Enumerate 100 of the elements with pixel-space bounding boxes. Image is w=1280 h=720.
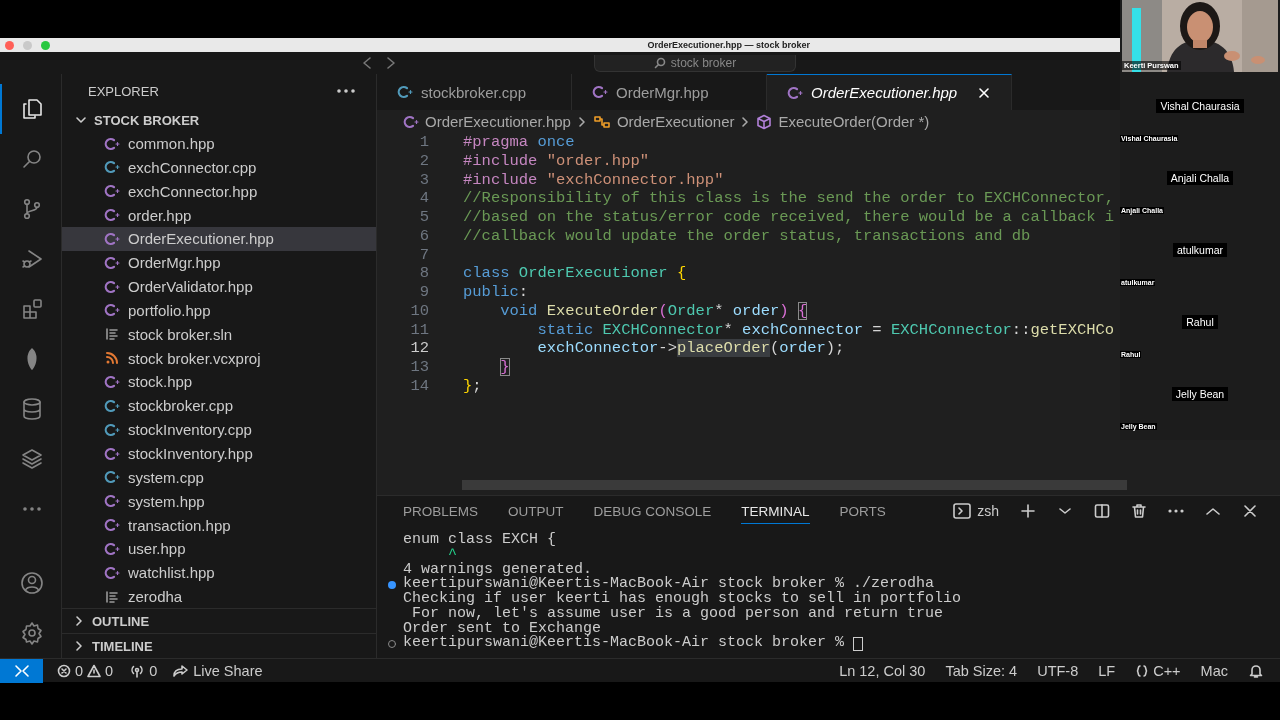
file-item[interactable]: order.hpp — [62, 203, 376, 227]
file-item[interactable]: stockbroker.cpp — [62, 393, 376, 418]
file-item[interactable]: system.cpp — [62, 465, 376, 490]
live-share-button[interactable]: Live Share — [165, 662, 271, 679]
c-file-icon — [104, 421, 120, 438]
file-item[interactable]: transaction.hpp — [62, 513, 376, 537]
pane-title: EXPLORER — [88, 83, 159, 99]
feed-icon — [104, 350, 120, 367]
code-line: //Responsibility of this class is the send the order to EXCHConnector, — [463, 189, 1115, 209]
code-line: class OrderExecutioner { — [463, 264, 687, 284]
editor-tab[interactable]: OrderExecutioner.hpp — [767, 74, 1012, 110]
file-item[interactable]: stock broker.vcxproj — [62, 346, 376, 371]
close-icon[interactable] — [1242, 503, 1258, 519]
file-item[interactable]: OrderMgr.hpp — [62, 250, 376, 275]
line-number: 5 — [418, 208, 430, 227]
panel-tab[interactable]: PORTS — [839, 498, 886, 524]
terminal-line: For now, let's assume user is a good person and return true — [412, 606, 944, 622]
status-item[interactable]: Mac — [1190, 662, 1238, 679]
code-line: exchConnector->placeOrder(order); — [536, 339, 845, 359]
participant-name: Anjali Challa — [1166, 171, 1234, 185]
split-icon[interactable] — [1094, 503, 1110, 519]
line-number: 3 — [418, 170, 430, 190]
terminal-selector[interactable]: zsh — [953, 503, 999, 519]
terminal-line: Checking if user keerti has enough stocks to sell in portfolio — [403, 592, 962, 607]
bell-icon[interactable] — [1248, 662, 1264, 679]
broadcast-icon — [129, 663, 146, 678]
participant-name: Vishal Chaurasia — [1156, 99, 1244, 113]
file-item[interactable]: user.hpp — [62, 536, 376, 561]
cursor — [853, 636, 864, 651]
lines-icon — [104, 326, 120, 343]
section-header[interactable]: OUTLINE — [62, 608, 376, 634]
panel-tab[interactable]: TERMINAL — [741, 498, 810, 524]
file-item[interactable]: stock broker.sln — [62, 322, 376, 347]
panel-tab[interactable]: PROBLEMS — [403, 498, 479, 524]
line-number: 4 — [418, 189, 430, 209]
file-item[interactable]: common.hpp — [62, 131, 376, 156]
panel-tab[interactable]: OUTPUT — [508, 498, 564, 524]
c-file-icon — [104, 540, 120, 557]
c-file-icon — [104, 493, 120, 510]
line-number: 12 — [409, 339, 430, 359]
file-item[interactable]: zerodha — [62, 584, 376, 609]
file-item[interactable]: OrderValidator.hpp — [62, 274, 376, 299]
problems-status[interactable]: 0 0 — [49, 662, 122, 679]
panel-tab[interactable]: DEBUG CONSOLE — [593, 498, 712, 524]
status-item[interactable]: Ln 12, Col 30 — [829, 662, 936, 679]
breadcrumb-item[interactable]: ExecuteOrder(Order *) — [778, 113, 930, 130]
remote-icon — [13, 663, 30, 678]
chevron-right-icon — [740, 115, 751, 128]
plus-icon[interactable] — [1020, 503, 1036, 519]
participant-name: Jelly Bean — [1171, 387, 1229, 401]
close-icon[interactable] — [977, 85, 991, 100]
window-title: OrderExecutioner.hpp — stock broker — [647, 39, 810, 52]
c-file-icon — [397, 84, 413, 100]
more-icon[interactable] — [336, 87, 356, 96]
file-item[interactable]: stockInventory.cpp — [62, 417, 376, 442]
c-file-icon — [104, 517, 120, 534]
breadcrumb-item[interactable]: OrderExecutioner — [616, 113, 735, 130]
c-file-icon — [592, 84, 608, 100]
status-item[interactable]: UTF-8 — [1027, 662, 1089, 679]
scrollbar[interactable] — [462, 480, 1127, 490]
terminal-line: keertipurswani@Keertis-MacBook-Air stock broker % ./zerodha — [403, 577, 935, 592]
status-item[interactable]: Tab Size: 4 — [935, 662, 1028, 679]
file-item[interactable]: system.hpp — [62, 489, 376, 514]
trash-icon[interactable] — [1131, 503, 1147, 519]
participant-name: atulkumar — [1172, 243, 1228, 257]
status-item[interactable]: LF — [1088, 662, 1126, 679]
remote-button[interactable] — [0, 658, 43, 683]
chevron-right-icon — [576, 115, 587, 128]
cube-icon — [756, 113, 773, 130]
file-item[interactable]: watchlist.hpp — [62, 560, 376, 585]
line-number: 14 — [409, 376, 430, 396]
language-status[interactable]: C++ — [1125, 662, 1191, 679]
file-item[interactable]: portfolio.hpp — [62, 298, 376, 323]
code-line: #include "exchConnector.hpp" — [463, 170, 724, 190]
participant-name: Rahul — [1182, 315, 1218, 329]
file-item[interactable]: exchConnector.cpp — [62, 155, 376, 180]
file-item[interactable]: OrderExecutioner.hpp — [62, 227, 376, 251]
code-line: } — [499, 358, 510, 377]
terminal-line: enum class EXCH { — [403, 533, 557, 548]
file-item[interactable]: stockInventory.hpp — [62, 441, 376, 466]
code-line: public: — [463, 283, 529, 302]
c-file-icon — [104, 159, 120, 176]
c-file-icon — [104, 564, 120, 581]
terminal-line: keertipurswani@Keertis-MacBook-Air stock broker % — [403, 636, 845, 651]
ports-status[interactable]: 0 — [121, 662, 166, 679]
error-icon — [57, 663, 71, 678]
file-item[interactable]: exchConnector.hpp — [62, 179, 376, 204]
code-line: #include "order.hpp" — [463, 151, 650, 171]
code-line: //based on the status/error code received, there would be a callback i — [463, 208, 1115, 227]
c-file-icon — [104, 135, 120, 152]
lines-icon — [104, 588, 120, 605]
c-file-icon — [403, 113, 419, 130]
breadcrumb-item[interactable]: OrderExecutioner.hpp — [425, 113, 571, 130]
c-file-icon — [104, 230, 120, 247]
command-center[interactable]: stock broker — [594, 54, 796, 72]
file-item[interactable]: stock.hpp — [62, 370, 376, 394]
code-line: }; — [463, 376, 482, 396]
line-number: 8 — [418, 264, 430, 284]
c-file-icon — [787, 84, 803, 101]
folder-item[interactable]: STOCK BROKER — [62, 108, 376, 132]
